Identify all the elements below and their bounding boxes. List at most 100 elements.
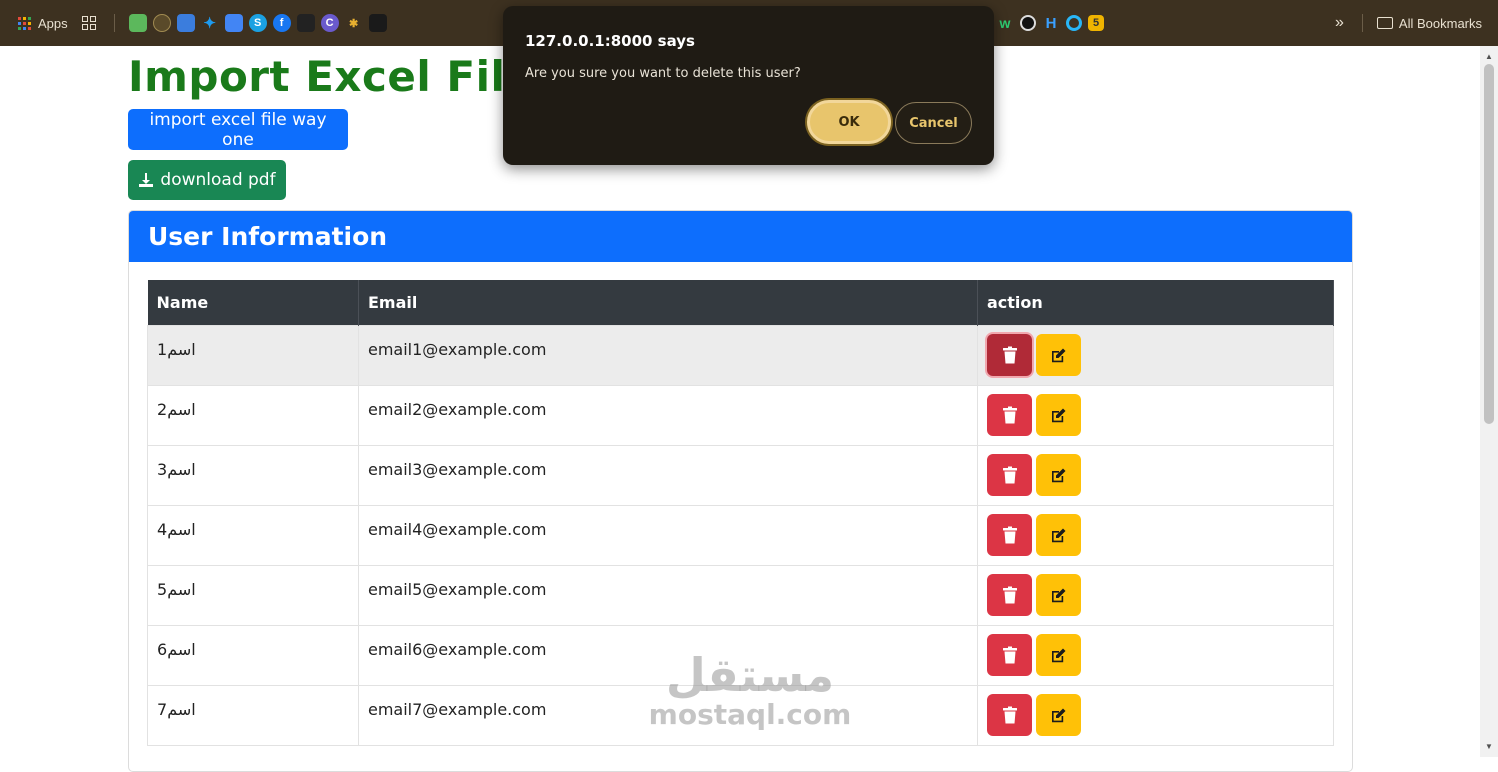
bookmark-h-icon[interactable]: H: [1042, 14, 1060, 32]
cell-action: [977, 505, 1334, 566]
delete-button[interactable]: [987, 634, 1032, 676]
scrollbar-thumb[interactable]: [1484, 64, 1494, 424]
tab-groups-shortcut[interactable]: [81, 16, 96, 30]
edit-button[interactable]: [1036, 514, 1081, 556]
edit-button[interactable]: [1036, 394, 1081, 436]
cell-action: [977, 325, 1334, 386]
edit-icon: [1050, 647, 1067, 664]
download-pdf-label: download pdf: [160, 170, 276, 190]
bookmark-blue-icon[interactable]: [176, 14, 195, 32]
edit-icon: [1050, 467, 1067, 484]
delete-button[interactable]: [987, 574, 1032, 616]
dialog-message: Are you sure you want to delete this use…: [525, 66, 801, 81]
column-header-email: Email: [358, 280, 978, 326]
table-row: اسم1 email1@example.com: [147, 325, 1334, 386]
scroll-down-icon[interactable]: ▼: [1485, 742, 1493, 751]
cell-email: email6@example.com: [358, 625, 978, 686]
bookmark-circle-icon[interactable]: [152, 14, 171, 32]
bookmark-gauge-icon[interactable]: [1020, 15, 1036, 31]
delete-button[interactable]: [987, 454, 1032, 496]
edit-icon: [1050, 707, 1067, 724]
trash-icon: [1002, 646, 1018, 664]
trash-icon: [1002, 346, 1018, 364]
delete-button[interactable]: [987, 394, 1032, 436]
edit-button[interactable]: [1036, 694, 1081, 736]
cell-email: email4@example.com: [358, 505, 978, 566]
facebook-icon[interactable]: f: [272, 14, 291, 32]
confirm-dialog: 127.0.0.1:8000 says Are you sure you wan…: [503, 6, 994, 165]
edit-icon: [1050, 407, 1067, 424]
cell-email: email3@example.com: [358, 445, 978, 506]
grid-icon: [81, 16, 96, 30]
scroll-up-icon[interactable]: ▲: [1485, 52, 1493, 61]
edit-button[interactable]: [1036, 634, 1081, 676]
delete-button[interactable]: [987, 694, 1032, 736]
table-header-row: Name Email action: [147, 280, 1334, 326]
cell-action: [977, 385, 1334, 446]
dialog-cancel-button[interactable]: Cancel: [895, 102, 972, 144]
bookmark-square-icon[interactable]: [368, 14, 387, 32]
table-row: اسم3 email3@example.com: [147, 445, 1334, 506]
trash-icon: [1002, 586, 1018, 604]
edit-icon: [1050, 347, 1067, 364]
download-icon: [139, 173, 154, 187]
cell-name: اسم3: [147, 445, 359, 506]
apps-label: Apps: [38, 15, 68, 31]
trash-icon: [1002, 466, 1018, 484]
dialog-ok-button[interactable]: OK: [807, 100, 891, 144]
delete-button[interactable]: [987, 514, 1032, 556]
edit-icon: [1050, 587, 1067, 604]
cell-email: email1@example.com: [358, 325, 978, 386]
cell-email: email7@example.com: [358, 685, 978, 746]
cell-email: email2@example.com: [358, 385, 978, 446]
user-information-card: User Information Name Email action اسم1 e…: [128, 210, 1353, 772]
dialog-origin: 127.0.0.1:8000 says: [525, 32, 695, 50]
trash-icon: [1002, 706, 1018, 724]
all-bookmarks-label[interactable]: All Bookmarks: [1399, 16, 1482, 31]
cell-name: اسم6: [147, 625, 359, 686]
cell-name: اسم5: [147, 565, 359, 626]
bookmark-ring-icon[interactable]: [1066, 15, 1082, 31]
bookmark-5-icon[interactable]: 5: [1088, 15, 1104, 31]
cell-name: اسم7: [147, 685, 359, 746]
cell-name: اسم1: [147, 325, 359, 386]
page-scrollbar[interactable]: ▲ ▼: [1480, 46, 1498, 757]
edit-button[interactable]: [1036, 454, 1081, 496]
cell-name: اسم2: [147, 385, 359, 446]
apps-grid-icon: [18, 16, 31, 30]
edit-button[interactable]: [1036, 574, 1081, 616]
translate-icon[interactable]: [224, 14, 243, 32]
cell-action: [977, 625, 1334, 686]
bookmark-w-icon[interactable]: w: [996, 14, 1014, 32]
folder-icon: [1376, 17, 1393, 29]
edit-icon: [1050, 527, 1067, 544]
users-table: Name Email action اسم1 email1@example.com…: [147, 280, 1334, 746]
card-title: User Information: [148, 222, 388, 251]
table-row: اسم2 email2@example.com: [147, 385, 1334, 446]
twitter-icon[interactable]: ✦: [201, 14, 219, 32]
trash-icon: [1002, 526, 1018, 544]
bookmarks-divider-right: [1361, 14, 1363, 32]
edit-button[interactable]: [1036, 334, 1081, 376]
more-bookmarks-icon[interactable]: »: [1335, 14, 1344, 32]
download-pdf-button[interactable]: download pdf: [128, 160, 286, 200]
table-row: اسم7 email7@example.com: [147, 685, 1334, 746]
bookmark-dark-icon[interactable]: [296, 14, 315, 32]
apps-shortcut[interactable]: Apps: [18, 16, 68, 31]
card-header: User Information: [129, 211, 1352, 262]
cell-action: [977, 445, 1334, 506]
cell-name: اسم4: [147, 505, 359, 566]
column-header-name: Name: [147, 280, 359, 326]
bookmark-s-icon[interactable]: S: [248, 14, 267, 32]
delete-button[interactable]: [987, 334, 1032, 376]
table-row: اسم6 email6@example.com: [147, 625, 1334, 686]
import-excel-button[interactable]: import excel file way one: [128, 109, 348, 150]
table-row: اسم5 email5@example.com: [147, 565, 1334, 626]
bookmark-people-icon[interactable]: ✱: [345, 14, 363, 32]
bookmark-green-icon[interactable]: [128, 14, 147, 32]
column-header-action: action: [977, 280, 1334, 326]
bookmark-c-icon[interactable]: C: [320, 14, 339, 32]
table-row: اسم4 email4@example.com: [147, 505, 1334, 566]
cell-email: email5@example.com: [358, 565, 978, 626]
trash-icon: [1002, 406, 1018, 424]
